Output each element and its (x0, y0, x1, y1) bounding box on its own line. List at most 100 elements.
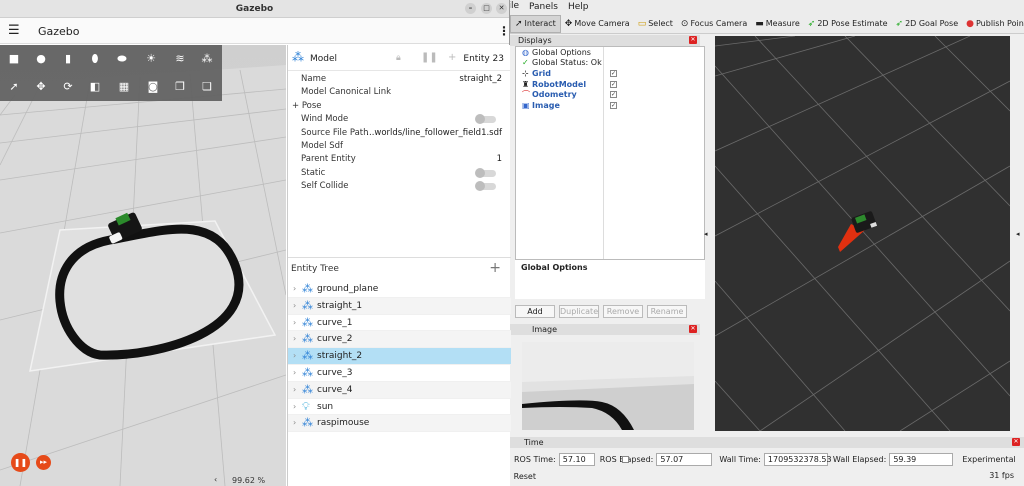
entity-curve-2[interactable]: › ⁂ curve_2 (288, 331, 511, 349)
remove-display-button[interactable]: Remove (603, 305, 643, 318)
tool-move-camera[interactable]: ✥ Move Camera (561, 15, 634, 33)
ros-elapsed-field[interactable]: 57.07 (656, 453, 713, 466)
pause-icon[interactable]: ❚❚ (421, 52, 438, 63)
paste-icon[interactable]: ❏ (197, 77, 217, 97)
entity-sun[interactable]: › 💡︎ sun (288, 399, 511, 416)
add-entity-icon[interactable]: + (489, 260, 501, 276)
capsule-shape-icon[interactable]: ⬮ (85, 49, 105, 69)
hamburger-menu-icon[interactable]: ☰ (8, 24, 20, 37)
scene-render (0, 45, 286, 486)
grid-config-icon[interactable]: ▦ (114, 77, 134, 97)
pose-estimate-icon: ➶ (807, 18, 816, 29)
sphere-shape-icon[interactable]: ● (31, 49, 51, 69)
chevron-right-icon[interactable]: › (293, 418, 296, 427)
chevron-right-icon[interactable]: › (293, 318, 296, 327)
more-options-icon[interactable]: ⋮ (498, 24, 510, 38)
add-display-button[interactable]: Add (515, 305, 555, 318)
display-row-global-status[interactable]: ✓ Global Status: Ok (516, 58, 704, 69)
odometry-checkbox[interactable]: ✓ (610, 91, 617, 99)
close-icon[interactable]: ✕ (496, 3, 507, 14)
chevron-right-icon[interactable]: › (293, 351, 296, 360)
reset-button[interactable]: Reset (512, 472, 536, 483)
screenshot-icon[interactable]: ◙ (143, 77, 163, 97)
check-icon: ✓ (522, 58, 529, 68)
display-row-global-options[interactable]: ◍ Global Options (516, 47, 704, 58)
time-panel: Time ✕ ROS Time: 57.10 ROS Elapsed: 57.0… (510, 437, 1024, 486)
model-icon: ⁂ (302, 298, 313, 312)
model-icon: ⁂ (302, 382, 313, 396)
close-icon[interactable]: ✕ (689, 36, 697, 44)
chevron-right-icon[interactable]: › (293, 334, 296, 343)
tool-publish-point[interactable]: ● Publish Point (962, 15, 1024, 33)
model-icon: ⁂ (302, 282, 313, 295)
box-shape-icon[interactable]: ■ (4, 49, 24, 69)
robotmodel-checkbox[interactable]: ✓ (610, 80, 617, 88)
ellipsoid-shape-icon[interactable]: ⬬ (112, 49, 132, 69)
entity-curve-4[interactable]: › ⁂ curve_4 (288, 381, 511, 399)
collapse-left-icon[interactable]: ◂ (704, 230, 708, 238)
lock-icon[interactable]: 🔒︎ (396, 53, 401, 63)
close-icon[interactable]: ✕ (689, 325, 697, 333)
chevron-right-icon[interactable]: › (293, 301, 296, 310)
copy-icon[interactable]: ❐ (170, 77, 190, 97)
tool-2d-pose-estimate[interactable]: ➶ 2D Pose Estimate (804, 15, 892, 33)
gazebo-window: Gazebo – □ ✕ ☰ Gazebo ⋮ ■ ● ▮ ⬮ ⬬ ☀ ≋ ⁂ … (0, 0, 511, 486)
chevron-left-icon[interactable]: ‹ (214, 475, 217, 484)
tool-interact[interactable]: ➚ Interact (510, 14, 561, 33)
experimental-checkbox[interactable] (622, 456, 629, 463)
entity-straight-1[interactable]: › ⁂ straight_1 (288, 297, 511, 315)
gazebo-3d-scene[interactable] (0, 45, 286, 486)
chevron-right-icon[interactable]: › (293, 284, 296, 293)
directional-light-icon[interactable]: ≋ (170, 49, 190, 69)
image-panel-title: Image ✕ (510, 324, 700, 335)
gazebo-appbar: ☰ Gazebo ⋮ (0, 18, 510, 44)
entity-curve-1[interactable]: › ⁂ curve_1 (288, 315, 511, 332)
image-checkbox[interactable]: ✓ (610, 101, 617, 109)
menu-help[interactable]: Help (568, 2, 589, 12)
rviz-3d-view[interactable] (715, 36, 1010, 431)
add-icon[interactable]: + (448, 52, 456, 63)
entity-straight-2[interactable]: › ⁂ straight_2 (288, 348, 511, 365)
minimize-icon[interactable]: – (465, 3, 476, 14)
translate-mode-icon[interactable]: ✥ (31, 77, 51, 97)
spot-light-icon[interactable]: ⁂ (197, 49, 217, 69)
tool-measure[interactable]: ▬ Measure (751, 15, 804, 33)
display-row-grid[interactable]: ⊹ Grid ✓ (516, 68, 704, 79)
grid-checkbox[interactable]: ✓ (610, 69, 617, 77)
wall-elapsed-field[interactable]: 59.39 (889, 453, 954, 466)
maximize-icon[interactable]: □ (481, 3, 492, 14)
display-row-odometry[interactable]: ⌒ Odometry ✓ (516, 89, 704, 100)
ros-time-field[interactable]: 57.10 (558, 453, 595, 466)
step-button[interactable]: ▸▸ (36, 455, 51, 470)
entity-curve-3[interactable]: › ⁂ curve_3 (288, 365, 511, 382)
tool-select[interactable]: ▭ Select (634, 15, 677, 33)
cylinder-shape-icon[interactable]: ▮ (58, 49, 78, 69)
transform-control-icon[interactable]: ◧ (85, 77, 105, 97)
component-row-name: Name straight_2 (301, 74, 502, 84)
duplicate-display-button[interactable]: Duplicate (559, 305, 599, 318)
display-row-robotmodel[interactable]: ♜ RobotModel ✓ (516, 79, 704, 90)
sun-light-icon[interactable]: ☀ (141, 49, 161, 69)
self-collide-toggle[interactable] (475, 181, 496, 192)
pause-button[interactable]: ❚❚ (11, 453, 30, 472)
component-row-pose[interactable]: + Pose (288, 100, 510, 113)
close-icon[interactable]: ✕ (1012, 438, 1020, 446)
collapse-right-icon[interactable]: ◂ (1016, 230, 1020, 238)
tool-focus-camera[interactable]: ⊙ Focus Camera (677, 15, 751, 33)
entity-raspimouse[interactable]: › ⁂ raspimouse (288, 415, 511, 433)
menu-panels[interactable]: Panels (529, 2, 558, 12)
rotate-mode-icon[interactable]: ⟳ (58, 77, 78, 97)
component-row-parent-entity: Parent Entity 1 (301, 154, 502, 165)
select-mode-icon[interactable]: ➚ (4, 77, 24, 97)
chevron-right-icon[interactable]: › (293, 402, 296, 411)
gazebo-tools-toolbar: ■ ● ▮ ⬮ ⬬ ☀ ≋ ⁂ ➚ ✥ ⟳ ◧ ▦ ◙ ❐ ❏ (0, 45, 222, 101)
rename-display-button[interactable]: Rename (647, 305, 687, 318)
static-toggle[interactable] (475, 167, 496, 178)
display-row-image[interactable]: ▣ Image ✓ (516, 100, 704, 111)
entity-ground-plane[interactable]: › ⁂ ground_plane (288, 281, 511, 298)
wall-time-field[interactable]: 1709532378.53 (763, 453, 832, 466)
chevron-right-icon[interactable]: › (293, 368, 296, 377)
wind-mode-toggle[interactable] (475, 114, 496, 125)
chevron-right-icon[interactable]: › (293, 385, 296, 394)
tool-2d-goal-pose[interactable]: ➶ 2D Goal Pose (892, 15, 963, 33)
